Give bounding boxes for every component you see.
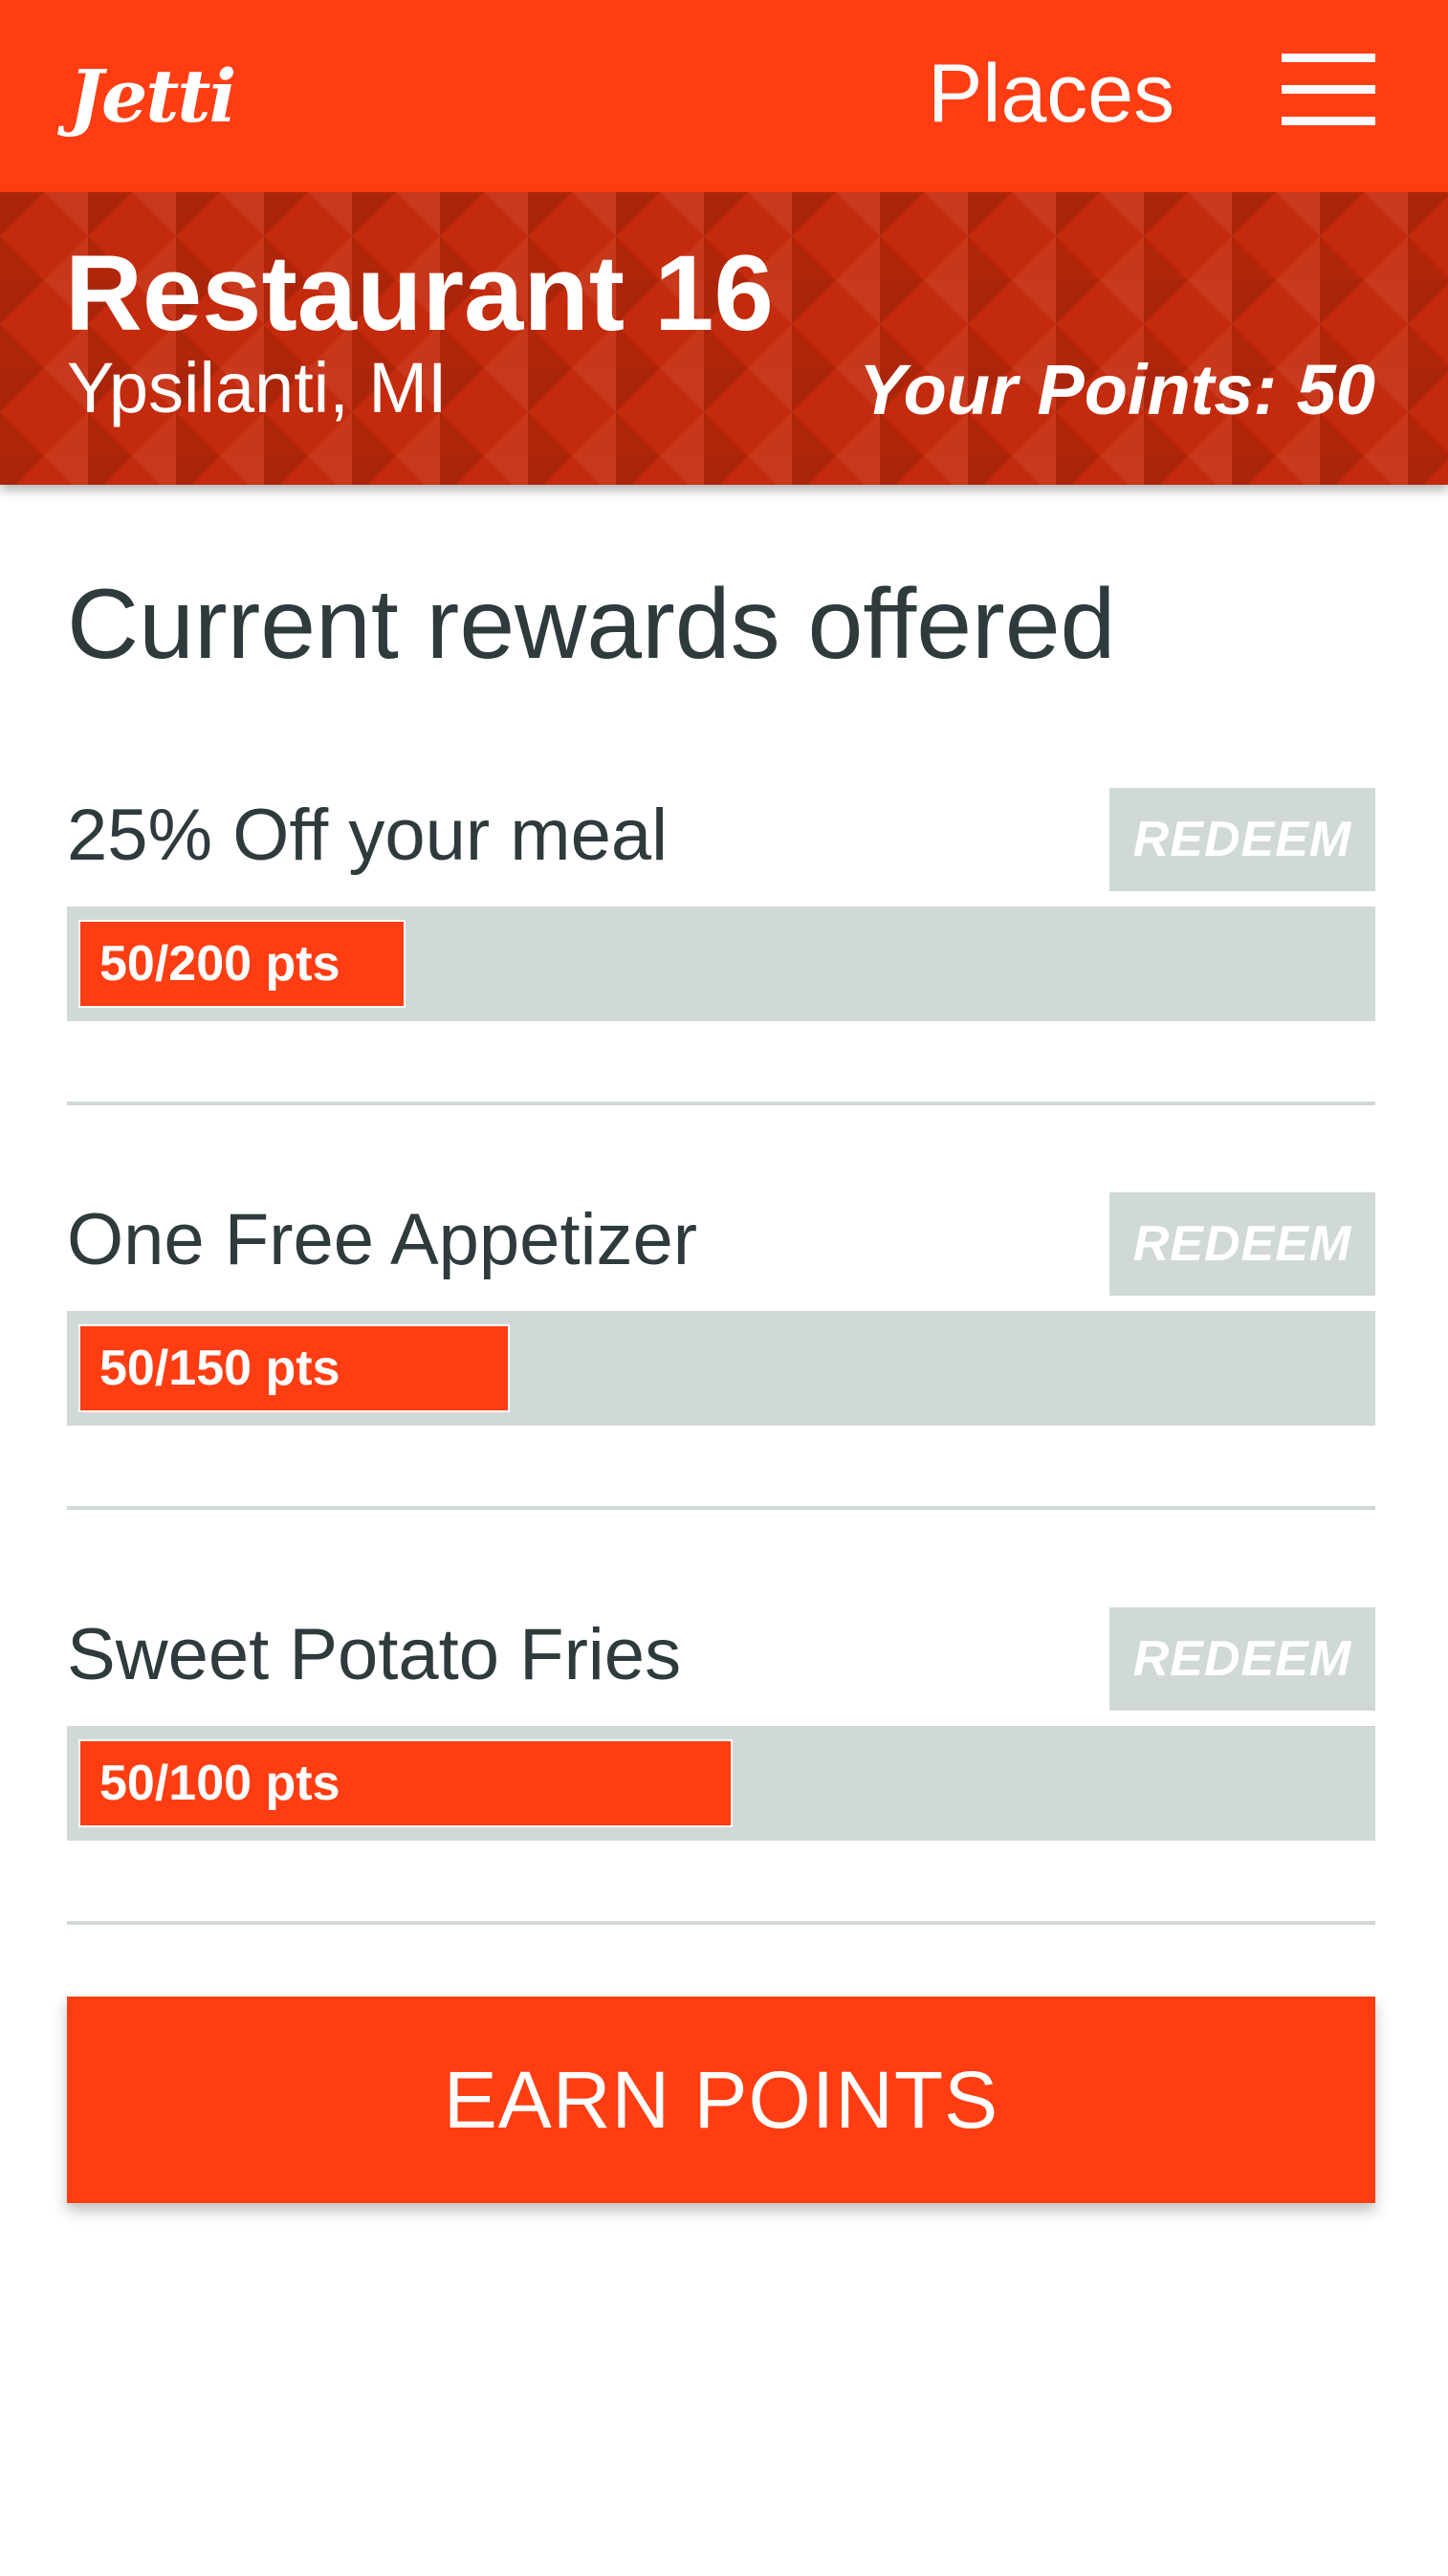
reward-name: Sweet Potato Fries: [67, 1614, 682, 1695]
earn-points-button[interactable]: EARN POINTS: [67, 1997, 1375, 2203]
divider: [67, 1506, 1375, 1510]
redeem-button[interactable]: REDEEM: [1109, 1607, 1375, 1711]
nav-title-places: Places: [928, 48, 1175, 140]
restaurant-banner: Restaurant 16 Ypsilanti, MI Your Points:…: [0, 192, 1448, 485]
reward-progress-label: 50/150 pts: [99, 1341, 340, 1396]
restaurant-location: Ypsilanti, MI: [67, 348, 448, 427]
rewards-section-title: Current rewards offered: [67, 569, 1116, 680]
divider: [67, 1102, 1375, 1105]
reward-name: 25% Off your meal: [67, 795, 669, 876]
redeem-button[interactable]: REDEEM: [1109, 788, 1375, 891]
reward-progress-bar: 50/100 pts: [67, 1726, 1375, 1841]
app-header: Jetti Places: [0, 0, 1448, 192]
your-points: Your Points: 50: [858, 350, 1375, 429]
restaurant-name: Restaurant 16: [65, 233, 774, 353]
reward-progress-label: 50/200 pts: [99, 936, 340, 992]
jetti-logo[interactable]: Jetti: [69, 44, 236, 149]
reward-progress-bar: 50/200 pts: [67, 906, 1375, 1021]
reward-name: One Free Appetizer: [67, 1199, 698, 1280]
reward-progress-bar: 50/150 pts: [67, 1311, 1375, 1426]
redeem-button[interactable]: REDEEM: [1109, 1192, 1375, 1296]
reward-progress-label: 50/100 pts: [99, 1756, 340, 1811]
divider: [67, 1921, 1375, 1925]
hamburger-menu-icon[interactable]: [1282, 54, 1375, 126]
